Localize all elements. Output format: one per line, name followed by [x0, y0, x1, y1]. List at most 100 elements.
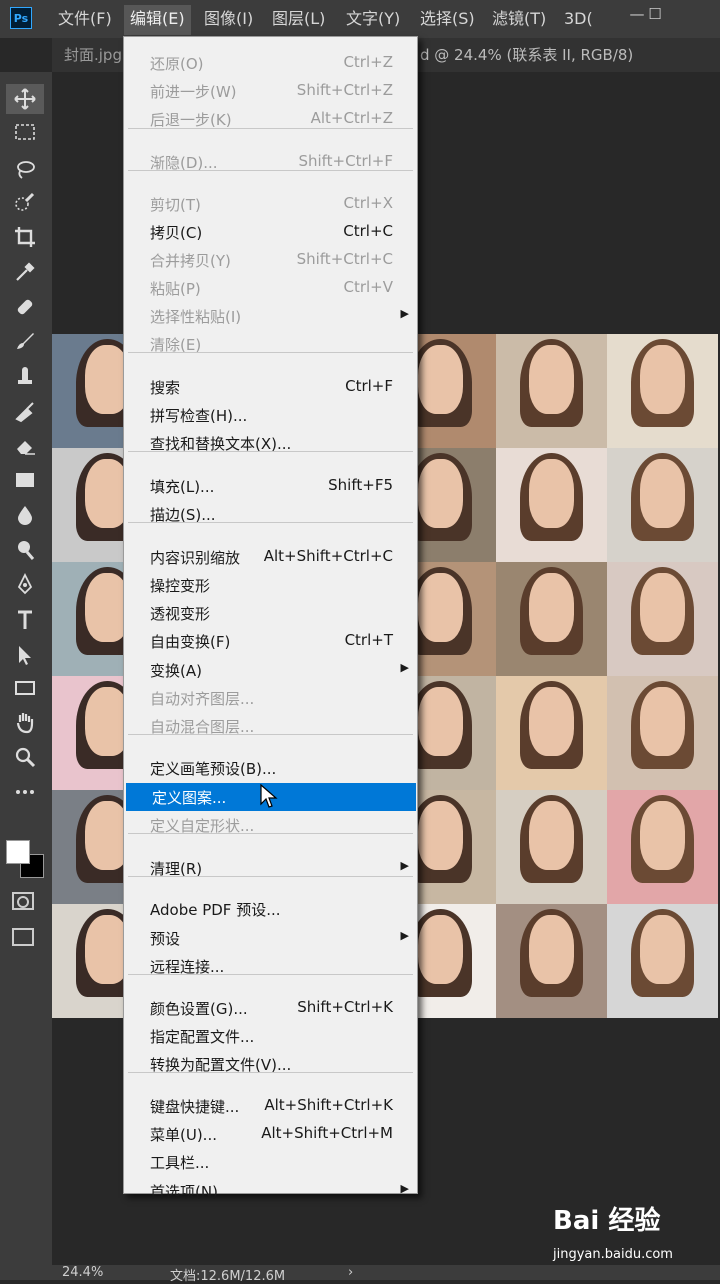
menu-item-shortcut: Alt+Ctrl+Z: [310, 109, 393, 127]
menu-item-shortcut: Ctrl+V: [343, 278, 393, 296]
type-tool-icon[interactable]: [6, 605, 44, 635]
menu-item-13[interactable]: 搜索 Ctrl+F: [124, 373, 417, 401]
healing-brush-icon[interactable]: [6, 292, 44, 322]
menu-item-shortcut: Ctrl+T: [344, 631, 393, 649]
crop-tool-icon[interactable]: [6, 222, 44, 252]
lasso-tool-icon[interactable]: [6, 154, 44, 184]
stamp-tool-icon[interactable]: [6, 361, 44, 391]
zoom-tool-icon[interactable]: [6, 742, 44, 772]
menu-item-39[interactable]: 指定配置文件...: [124, 1022, 417, 1050]
menu-separator: [128, 974, 413, 975]
menu-item-21[interactable]: 操控变形: [124, 571, 417, 599]
menu-item-44[interactable]: 工具栏...: [124, 1148, 417, 1176]
move-tool-icon[interactable]: [6, 84, 44, 114]
menu-item-45[interactable]: 首选项(N) ▶: [124, 1177, 417, 1205]
menu-2[interactable]: 图像(I): [198, 0, 259, 38]
pen-tool-icon[interactable]: [6, 570, 44, 600]
menu-item-label: Adobe PDF 预设...: [150, 901, 281, 919]
menu-item-label: 拼写检查(H)...: [150, 407, 248, 425]
menu-item-shortcut: Ctrl+X: [343, 194, 393, 212]
quick-select-tool-icon[interactable]: [6, 188, 44, 218]
more-tools-icon[interactable]: [6, 777, 44, 807]
tab-contact-sheet[interactable]: d @ 24.4% (联系表 II, RGB/8): [420, 38, 633, 72]
dodge-tool-icon[interactable]: [6, 535, 44, 565]
mouse-pointer-icon: [260, 784, 278, 808]
menu-item-label: 还原(O): [150, 55, 204, 73]
eyedropper-tool-icon[interactable]: [6, 257, 44, 287]
maximize-button[interactable]: ☐: [640, 4, 670, 24]
menu-item-35[interactable]: 预设 ▶: [124, 924, 417, 952]
brush-tool-icon[interactable]: [6, 326, 44, 356]
menu-item-label: 定义图案...: [152, 789, 227, 807]
menu-item-label: 指定配置文件...: [150, 1028, 255, 1046]
menu-item-label: 剪切(T): [150, 196, 201, 214]
zoom-level[interactable]: 24.4%: [62, 1265, 103, 1280]
portrait-photo: [607, 448, 718, 562]
tab-cover-jpg[interactable]: 封面.jpg: [64, 38, 122, 72]
path-select-tool-icon[interactable]: [6, 640, 44, 670]
menu-item-4: 渐隐(D)... Shift+Ctrl+F: [124, 148, 417, 176]
menu-item-34[interactable]: Adobe PDF 预设...: [124, 895, 417, 923]
menu-item-40[interactable]: 转换为配置文件(V)...: [124, 1050, 417, 1078]
menu-item-20[interactable]: 内容识别缩放 Alt+Shift+Ctrl+C: [124, 543, 417, 571]
menu-item-label: 合并拷贝(Y): [150, 252, 231, 270]
menu-item-shortcut: Shift+Ctrl+F: [298, 152, 393, 170]
menu-item-10: 选择性粘贴(I) ▶: [124, 302, 417, 330]
menu-item-label: 前进一步(W): [150, 83, 237, 101]
portrait-photo: [496, 676, 607, 790]
menu-item-shortcut: Shift+Ctrl+Z: [296, 81, 393, 99]
menu-item-38[interactable]: 颜色设置(G)... Shift+Ctrl+K: [124, 994, 417, 1022]
quick-mask-icon[interactable]: [12, 892, 34, 910]
menu-item-shortcut: Shift+Ctrl+C: [296, 250, 393, 268]
menu-item-9: 粘贴(P) Ctrl+V: [124, 274, 417, 302]
menu-0[interactable]: 文件(F): [52, 0, 118, 38]
menu-item-label: 粘贴(P): [150, 280, 201, 298]
menu-item-43[interactable]: 菜单(U)... Alt+Shift+Ctrl+M: [124, 1120, 417, 1148]
blur-tool-icon[interactable]: [6, 500, 44, 530]
gradient-tool-icon[interactable]: [6, 465, 44, 495]
portrait-photo: [496, 334, 607, 448]
screen-mode-icon[interactable]: [12, 928, 34, 946]
menu-item-24[interactable]: 变换(A) ▶: [124, 656, 417, 684]
menu-1[interactable]: 编辑(E): [124, 5, 191, 35]
status-arrow-icon[interactable]: ›: [348, 1265, 353, 1280]
menu-item-36[interactable]: 远程连接...: [124, 952, 417, 980]
submenu-arrow-icon: ▶: [400, 929, 409, 942]
menu-7[interactable]: 3D(: [558, 0, 599, 38]
menu-item-label: 预设: [150, 930, 181, 948]
submenu-arrow-icon: ▶: [400, 1182, 409, 1195]
menu-item-42[interactable]: 键盘快捷键... Alt+Shift+Ctrl+K: [124, 1092, 417, 1120]
menu-3[interactable]: 图层(L): [266, 0, 331, 38]
menu-5[interactable]: 选择(S): [414, 0, 481, 38]
menu-separator: [128, 734, 413, 735]
menu-item-17[interactable]: 填充(L)... Shift+F5: [124, 472, 417, 500]
menu-separator: [128, 352, 413, 353]
menu-item-0: 还原(O) Ctrl+Z: [124, 49, 417, 77]
menu-item-30: 定义自定形状...: [124, 811, 417, 839]
menu-item-28[interactable]: 定义画笔预设(B)...: [124, 754, 417, 782]
hand-tool-icon[interactable]: [6, 707, 44, 737]
menu-item-32[interactable]: 清理(R) ▶: [124, 854, 417, 882]
menu-item-label: 操控变形: [150, 577, 211, 595]
menu-item-14[interactable]: 拼写检查(H)...: [124, 401, 417, 429]
menu-item-23[interactable]: 自由变换(F) Ctrl+T: [124, 627, 417, 655]
menu-item-15[interactable]: 查找和替换文本(X)...: [124, 429, 417, 457]
menu-6[interactable]: 滤镜(T): [486, 0, 552, 38]
menu-item-25: 自动对齐图层...: [124, 684, 417, 712]
portrait-photo: [607, 676, 718, 790]
submenu-arrow-icon: ▶: [400, 859, 409, 872]
menu-item-shortcut: Shift+F5: [328, 476, 393, 494]
menu-item-1: 前进一步(W) Shift+Ctrl+Z: [124, 77, 417, 105]
menu-item-7[interactable]: 拷贝(C) Ctrl+C: [124, 218, 417, 246]
marquee-tool-icon[interactable]: [6, 117, 44, 147]
rectangle-tool-icon[interactable]: [6, 673, 44, 703]
color-swatches[interactable]: [4, 838, 44, 878]
menu-item-18[interactable]: 描边(S)...: [124, 500, 417, 528]
menu-item-label: 自由变换(F): [150, 633, 231, 651]
menu-item-22[interactable]: 透视变形: [124, 599, 417, 627]
menu-item-shortcut: Ctrl+C: [343, 222, 393, 240]
eraser-tool-icon[interactable]: [6, 430, 44, 460]
menu-4[interactable]: 文字(Y): [340, 0, 406, 38]
foreground-color-swatch[interactable]: [6, 840, 30, 864]
history-brush-icon[interactable]: [6, 396, 44, 426]
